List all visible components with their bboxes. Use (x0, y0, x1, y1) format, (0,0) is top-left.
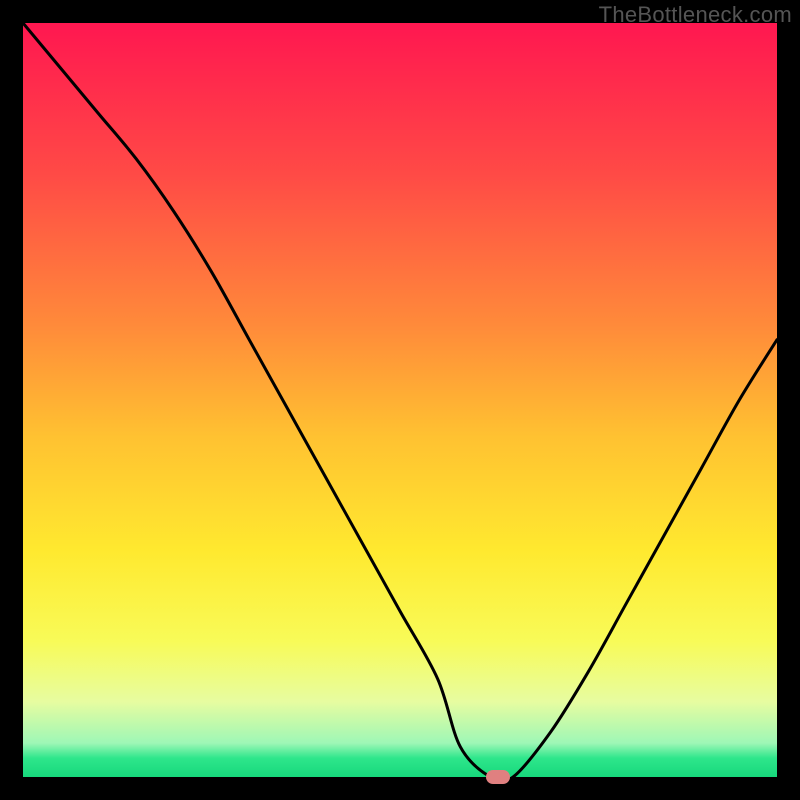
optimal-point-marker (486, 770, 510, 784)
chart-frame: TheBottleneck.com (0, 0, 800, 800)
plot-area (23, 23, 777, 777)
watermark-text: TheBottleneck.com (599, 2, 792, 28)
bottleneck-curve (23, 23, 777, 777)
